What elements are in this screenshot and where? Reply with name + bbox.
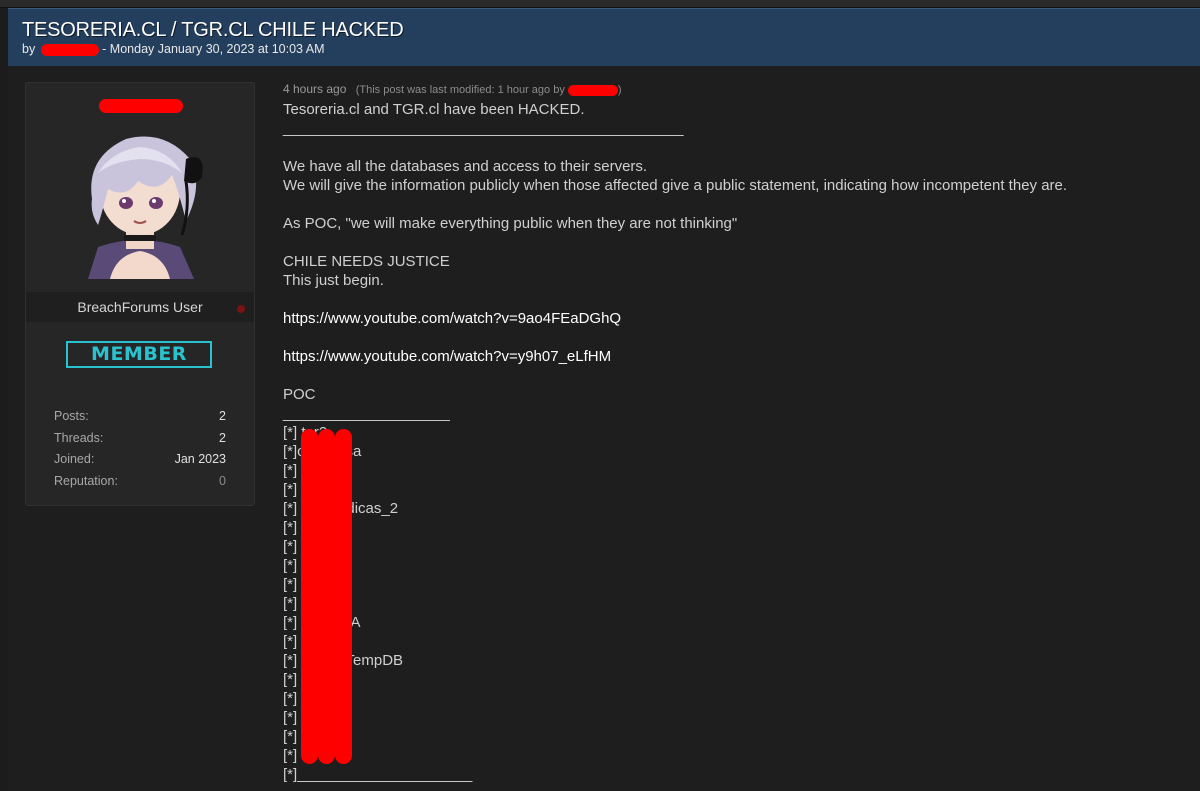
poc-list-item: [*] 015 <box>283 462 326 479</box>
poc-list-item: [*] PER <box>283 671 332 688</box>
poc-list-item: [*]_____________________ <box>283 766 473 783</box>
stat-label: Joined: <box>54 452 95 466</box>
thread-date: - Monday January 30, 2023 at 10:03 AM <box>102 42 325 56</box>
user-title: BreachForums User <box>77 299 203 315</box>
offline-status-icon <box>237 305 245 313</box>
redacted-editor <box>567 84 618 96</box>
poc-list-item: [*] Server <box>283 633 346 650</box>
youtube-link[interactable]: https://www.youtube.com/watch?v=9ao4FEaD… <box>283 309 1183 328</box>
post-divider: ____________________ <box>283 405 450 422</box>
stat-label: Reputation: <box>54 473 118 488</box>
post-content: 4 hours ago (This post was last modified… <box>283 80 1183 784</box>
post-time[interactable]: 4 hours ago <box>283 82 346 96</box>
user-stats: Posts: 2 Threads: 2 Joined: Jan 2023 Rep… <box>54 409 226 495</box>
user-title-row: BreachForums User <box>26 292 254 322</box>
poc-list-item: [*] <box>283 576 298 593</box>
youtube-link[interactable]: https://www.youtube.com/watch?v=y9h07_eL… <box>283 347 1183 366</box>
thread-title: TESORERIA.CL / TGR.CL CHILE HACKED <box>22 19 404 41</box>
top-bar <box>0 0 1200 8</box>
edited-close: ) <box>617 84 622 96</box>
thread-meta: by - Monday January 30, 2023 at 10:03 AM <box>22 42 325 56</box>
by-label: by <box>22 42 36 56</box>
stat-reputation: Reputation: 0 <box>54 474 226 496</box>
thread-header: TESORERIA.CL / TGR.CL CHILE HACKED by - … <box>8 8 1200 67</box>
redaction-bar <box>335 429 352 764</box>
post-line: CHILE NEEDS JUSTICE <box>283 253 450 270</box>
poc-list-item: [*] as_Medicas_2 <box>283 500 398 517</box>
stat-value[interactable]: 0 <box>219 474 226 488</box>
stat-value: Jan 2023 <box>174 452 226 466</box>
stat-joined: Joined: Jan 2023 <box>54 452 226 474</box>
post-divider: ________________________________________… <box>283 120 684 137</box>
stat-label: Posts: <box>54 409 89 423</box>
post-line: We will give the information publicly wh… <box>283 177 1068 194</box>
thread-body: BreachForums User MEMBER Posts: 2 Thread… <box>8 66 1200 791</box>
redaction-bar <box>301 429 318 764</box>
post-edited-note: (This post was last modified: 1 hour ago… <box>356 84 622 96</box>
poc-list-item: [*] K <box>283 595 312 612</box>
redacted-author <box>40 43 99 56</box>
poc-list-item: [*] _desa <box>283 690 342 707</box>
poc-list-item: [*] tar2 <box>283 424 327 441</box>
stat-label: Threads: <box>54 430 104 445</box>
poc-heading: POC <box>283 386 316 403</box>
poc-list-item: [*] <box>283 519 298 536</box>
poc-list: [*] tar2 [*]c naldesa [*] 015 [*] esa [*… <box>283 423 1183 784</box>
poc-list-item: [*]c naldesa <box>283 443 361 460</box>
stat-posts: Posts: 2 <box>54 409 226 431</box>
stat-threads: Threads: 2 <box>54 431 226 453</box>
poc-list-item: [*] <box>283 728 298 745</box>
poc-list-item: [*] _III <box>283 709 322 726</box>
post-line: This just begin. <box>283 272 384 289</box>
poc-list-item: [*] esa <box>283 481 326 498</box>
poc-list-item: [*] <box>283 538 298 555</box>
edited-text: (This post was last modified: 1 hour ago… <box>355 84 565 96</box>
post-line: Tesoreria.cl and TGR.cl have been HACKED… <box>283 101 585 118</box>
stat-value[interactable]: 2 <box>219 431 226 445</box>
poc-list-item: [*] S_DESA <box>283 614 361 631</box>
redaction-bar <box>318 429 335 764</box>
user-avatar[interactable] <box>68 129 214 279</box>
redacted-username[interactable] <box>99 99 183 113</box>
stat-value[interactable]: 2 <box>219 409 226 423</box>
redaction-bars <box>283 429 363 764</box>
poc-list-item: [*] <box>283 747 298 764</box>
post-line: We have all the databases and access to … <box>283 158 648 175</box>
post-meta: 4 hours ago (This post was last modified… <box>283 80 1183 100</box>
rank-badge: MEMBER <box>66 341 212 368</box>
author-panel: BreachForums User MEMBER Posts: 2 Thread… <box>25 82 255 506</box>
poc-list-item: [*] <box>283 557 298 574</box>
poc-list-item: [*] ServerTempDB <box>283 652 404 669</box>
post-line: As POC, "we will make everything public … <box>283 215 738 232</box>
